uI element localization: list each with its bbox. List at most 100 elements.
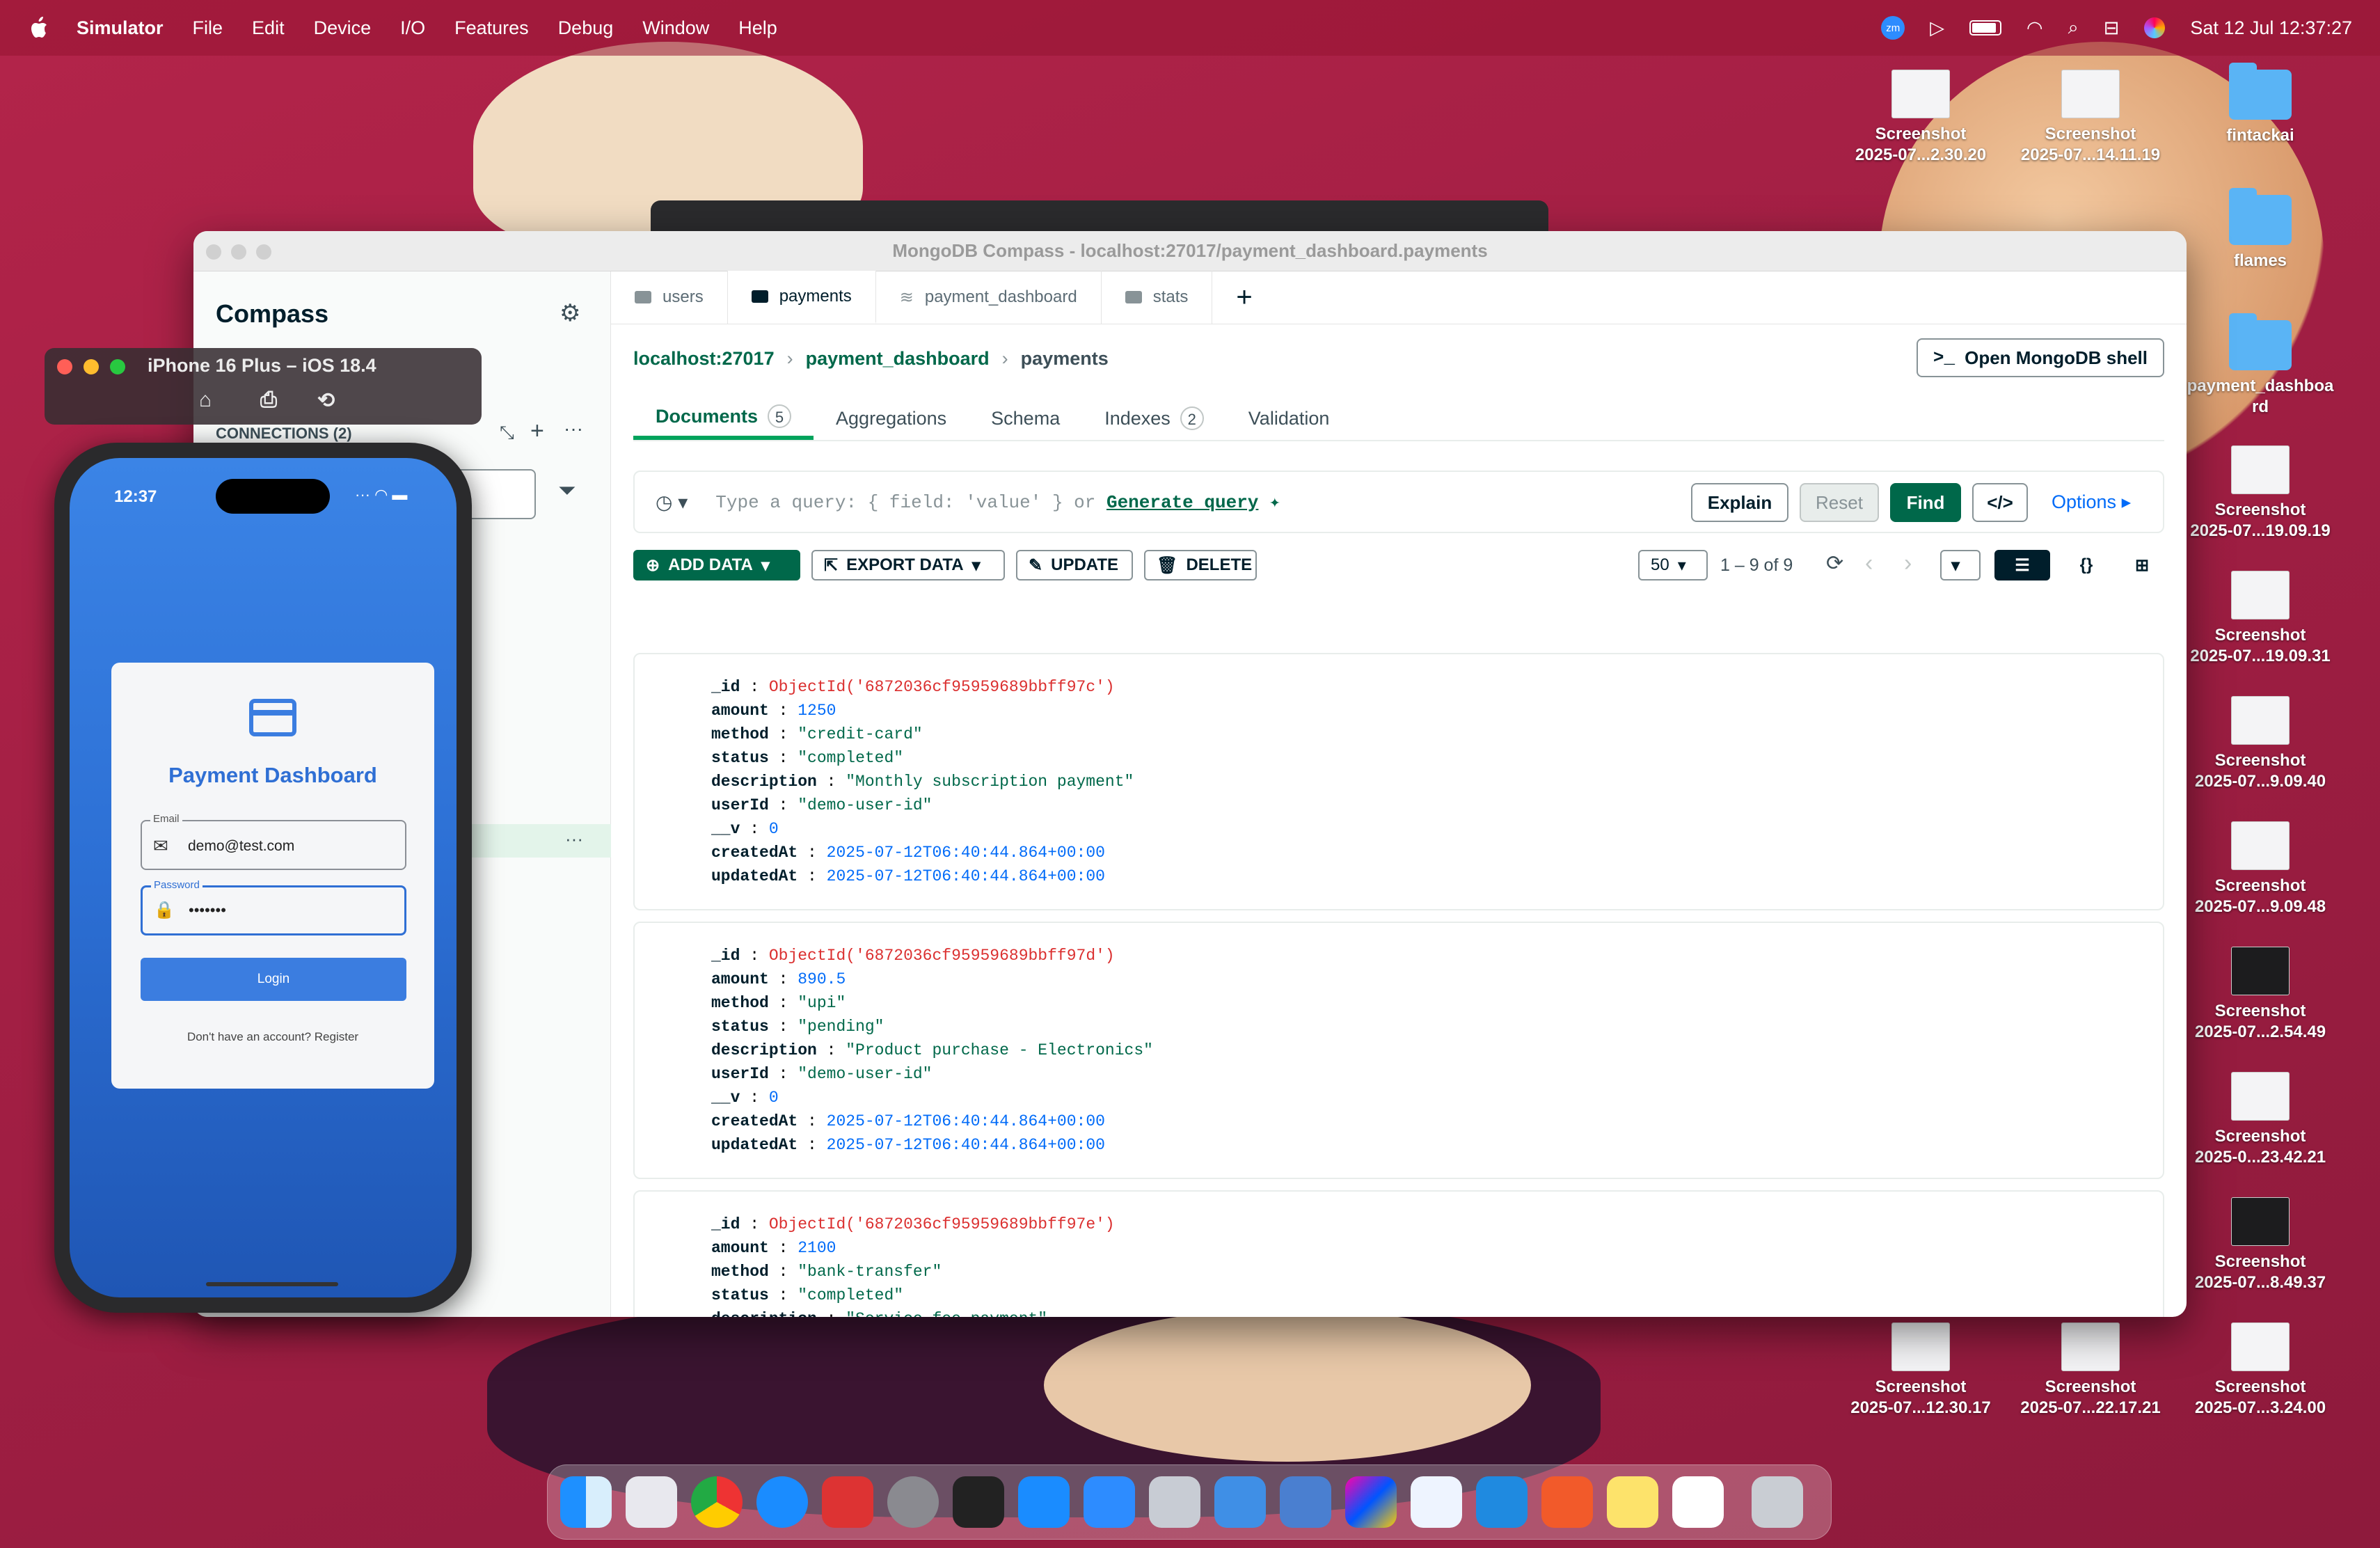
play-status-icon[interactable]: ▷ [1930, 17, 1944, 39]
desktop-item[interactable]: Screenshot 2025-07...22.17.21 [2007, 1322, 2174, 1419]
desktop-item[interactable]: Screenshot 2025-07...8.49.37 [2177, 1197, 2344, 1293]
delete-button[interactable]: 🗑 DELETE [1144, 550, 1257, 580]
register-link[interactable]: Don't have an account? Register [111, 1030, 434, 1044]
password-field[interactable]: Password 🔒 ••••••• [141, 879, 406, 935]
add-connection-icon[interactable]: + [530, 418, 544, 445]
desktop-item[interactable]: Screenshot 2025-07...14.11.19 [2007, 70, 2174, 166]
field-value[interactable]: 0 [769, 1089, 779, 1107]
add-data-button[interactable]: ⊕ ADD DATA ▾ [633, 550, 800, 580]
photo-booth-icon[interactable] [822, 1476, 873, 1528]
field-value[interactable]: 1250 [798, 702, 836, 720]
field-value[interactable]: 2025-07-12T06:40:44.864+00:00 [827, 1112, 1105, 1130]
mongodb-compass-icon[interactable] [1672, 1476, 1724, 1528]
document-card[interactable]: _id : ObjectId('6872036cf95959689bbff97d… [633, 922, 2164, 1179]
export-data-button[interactable]: ⇱ EXPORT DATA ▾ [811, 550, 1005, 580]
desktop-item[interactable]: fintackai [2177, 63, 2344, 146]
refresh-icon[interactable]: ⟳ [1826, 551, 1843, 576]
tab-payments[interactable]: payments [727, 271, 876, 324]
email-field[interactable]: Email ✉ demo@test.com [141, 813, 406, 870]
menu-io[interactable]: I/O [400, 17, 425, 39]
options-button[interactable]: Options ▸ [2052, 491, 2131, 513]
sim-zoom-button[interactable] [110, 359, 125, 374]
chrome-icon[interactable] [691, 1476, 743, 1528]
apple-icon[interactable] [28, 16, 49, 40]
field-value[interactable]: 0 [769, 820, 779, 838]
siri-icon[interactable] [2144, 17, 2166, 38]
brave-icon[interactable] [1541, 1476, 1593, 1528]
field-value[interactable]: "completed" [798, 749, 903, 767]
desktop-item[interactable]: Screenshot 2025-07...9.09.48 [2177, 821, 2344, 917]
menu-file[interactable]: File [193, 17, 223, 39]
field-value[interactable]: 890.5 [798, 970, 846, 988]
desktop-item[interactable]: Screenshot 2025-07...9.09.40 [2177, 696, 2344, 792]
breadcrumb-db[interactable]: payment_dashboard [806, 348, 990, 370]
battery-icon[interactable] [1969, 20, 2001, 35]
code-icon[interactable]: </> [1972, 483, 2028, 522]
launchpad-icon[interactable] [626, 1476, 677, 1528]
filter-icon[interactable]: ⏷ [558, 477, 576, 504]
tab-users[interactable]: users [611, 271, 728, 324]
menu-clock[interactable]: Sat 12 Jul 12:37:27 [2190, 17, 2352, 39]
menu-features[interactable]: Features [454, 17, 529, 39]
zoom-button[interactable] [256, 244, 271, 260]
field-value[interactable]: 2100 [798, 1239, 836, 1257]
document-card[interactable]: _id : ObjectId('6872036cf95959689bbff97e… [633, 1190, 2164, 1317]
settings-gear-icon[interactable]: ⚙ [560, 299, 580, 327]
field-value[interactable]: ObjectId('6872036cf95959689bbff97d') [769, 947, 1115, 965]
document-card[interactable]: _id : ObjectId('6872036cf95959689bbff97c… [633, 653, 2164, 910]
desktop-item[interactable]: Screenshot 2025-07...12.30.17 [1837, 1322, 2004, 1419]
xcode-icon[interactable] [1214, 1476, 1266, 1528]
update-button[interactable]: ✎ UPDATE [1016, 550, 1133, 580]
minimize-button[interactable] [231, 244, 246, 260]
menu-debug[interactable]: Debug [558, 17, 614, 39]
field-value[interactable]: ObjectId('6872036cf95959689bbff97e') [769, 1215, 1115, 1233]
desktop-item[interactable]: Screenshot 2025-07...19.09.31 [2177, 571, 2344, 667]
trash-icon[interactable] [1752, 1476, 1803, 1528]
wifi-icon[interactable]: ◠ [2026, 17, 2043, 39]
reset-button[interactable]: Reset [1800, 483, 1879, 522]
explain-button[interactable]: Explain [1691, 483, 1788, 522]
open-shell-button[interactable]: >_ Open MongoDB shell [1916, 338, 2164, 377]
desktop-item[interactable]: Screenshot 2025-07...2.30.20 [1837, 70, 2004, 166]
desktop-item[interactable]: flames [2177, 188, 2344, 271]
field-value[interactable]: "completed" [798, 1286, 903, 1304]
desktop-item[interactable]: Screenshot 2025-0...23.42.21 [2177, 1072, 2344, 1168]
more-icon[interactable]: ··· [564, 418, 583, 440]
menu-help[interactable]: Help [738, 17, 777, 39]
query-history-icon[interactable]: ◷ ▾ [656, 491, 688, 514]
add-tab-button[interactable]: + [1212, 271, 1276, 324]
list-view-icon[interactable]: ☰ [1994, 550, 2050, 580]
zoom-icon[interactable] [1084, 1476, 1135, 1528]
safari-icon[interactable] [756, 1476, 808, 1528]
subtab-aggregations[interactable]: Aggregations [814, 397, 969, 440]
generate-query-link[interactable]: Generate query [1106, 492, 1258, 513]
desktop-item[interactable]: Screenshot 2025-07...2.54.49 [2177, 947, 2344, 1043]
field-value[interactable]: "upi" [798, 994, 846, 1012]
page-size-select[interactable]: 50 ▾ [1638, 550, 1708, 580]
system-settings-icon[interactable] [887, 1476, 939, 1528]
view-options-dropdown[interactable]: ▾ [1940, 550, 1981, 580]
instruments-icon[interactable] [1280, 1476, 1331, 1528]
desktop-item[interactable]: payment_dashboa rd [2177, 313, 2344, 418]
prev-page-icon[interactable]: ‹ [1865, 550, 1873, 577]
subtab-documents[interactable]: Documents 5 [633, 397, 814, 440]
field-value[interactable]: "Service fee payment" [846, 1310, 1047, 1317]
field-value[interactable]: "bank-transfer" [798, 1263, 942, 1281]
close-button[interactable] [206, 244, 221, 260]
home-icon[interactable]: ⌂ [199, 388, 212, 412]
collapse-icon[interactable]: ⤡ [500, 422, 514, 444]
sim-minimize-button[interactable] [84, 359, 99, 374]
menu-window[interactable]: Window [642, 17, 709, 39]
field-value[interactable]: ObjectId('6872036cf95959689bbff97c') [769, 678, 1115, 696]
vscode-icon[interactable] [1476, 1476, 1528, 1528]
app-store-icon[interactable] [1018, 1476, 1070, 1528]
notes-icon[interactable] [1607, 1476, 1658, 1528]
field-value[interactable]: "Monthly subscription payment" [846, 773, 1134, 791]
desktop-item[interactable]: Screenshot 2025-07...3.24.00 [2177, 1322, 2344, 1419]
desktop-item[interactable]: Screenshot 2025-07...19.09.19 [2177, 445, 2344, 542]
field-value[interactable]: "demo-user-id" [798, 796, 932, 814]
screenshot-icon[interactable]: ⎙ [260, 388, 277, 412]
field-value[interactable]: 2025-07-12T06:40:44.864+00:00 [827, 844, 1105, 862]
subtab-indexes[interactable]: Indexes 2 [1082, 397, 1226, 440]
breadcrumb-host[interactable]: localhost:27017 [633, 348, 775, 370]
